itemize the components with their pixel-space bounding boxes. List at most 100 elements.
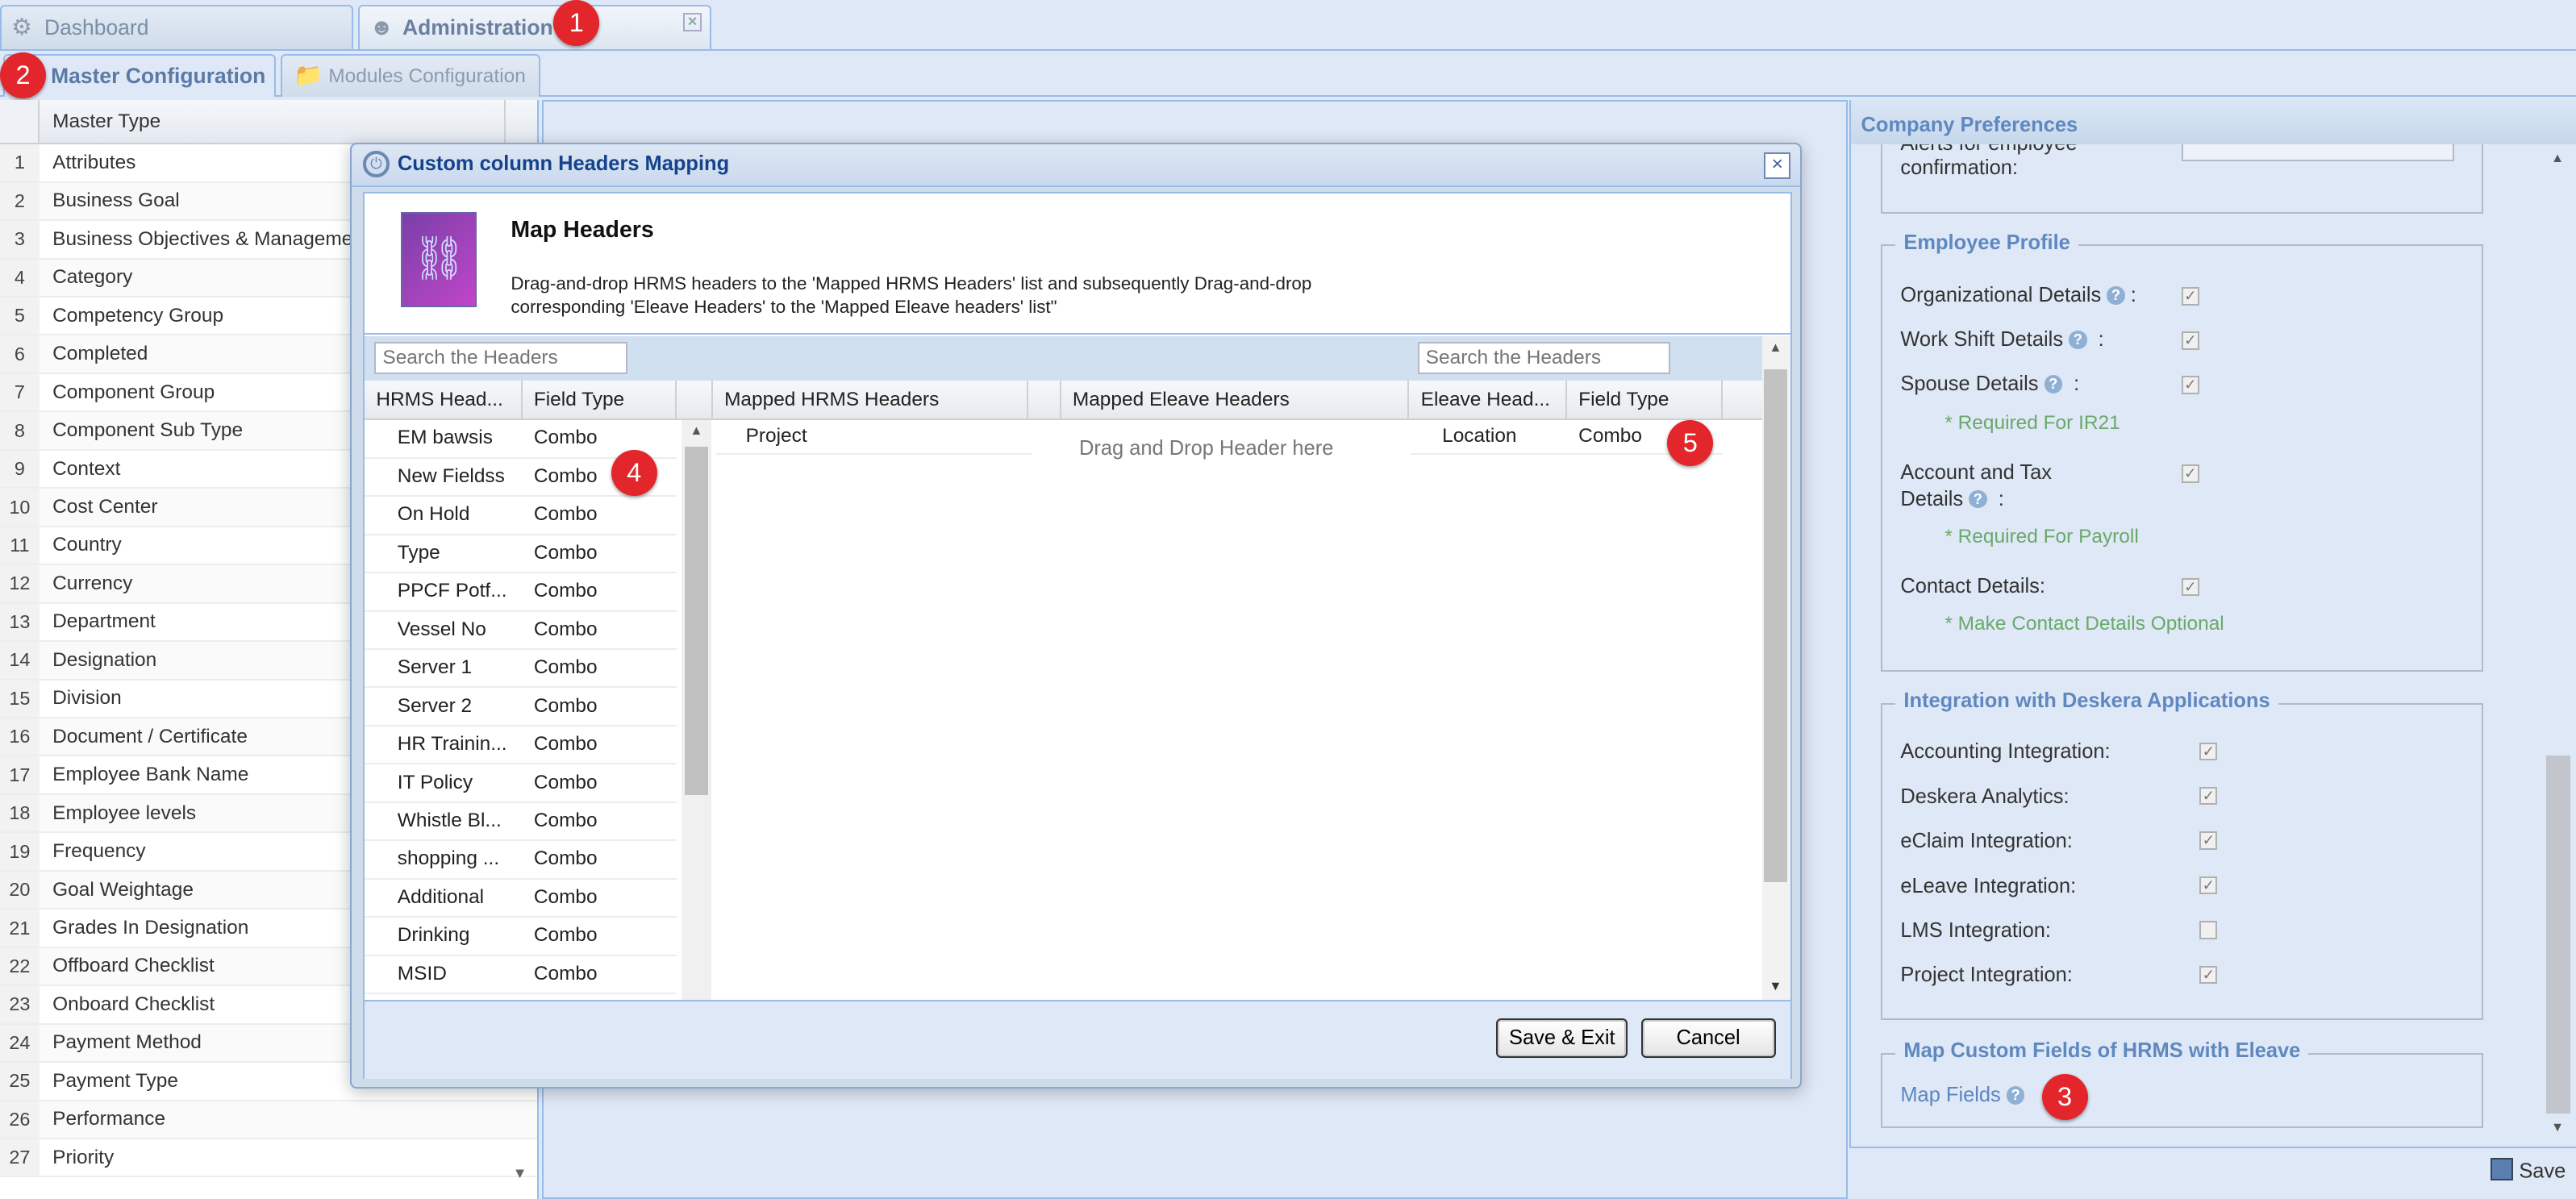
column-hrms-headers[interactable]: HRMS Head... [365, 381, 523, 421]
tab-modules-configuration[interactable]: 📁 Modules Configuration [281, 54, 541, 98]
help-icon[interactable]: ? [2044, 375, 2062, 393]
hrms-header-row[interactable]: Additional Combo [365, 880, 677, 918]
row-number: 10 [0, 489, 40, 526]
grid-column-headers: HRMS Head... Field Type Mapped HRMS Head… [365, 381, 1763, 421]
column-mapped-hrms-headers[interactable]: Mapped HRMS Headers [713, 381, 1028, 421]
master-type-name: Employee levels [52, 801, 197, 824]
hrms-header-row[interactable]: Whistle Bl... Combo [365, 803, 677, 842]
row-number: 13 [0, 603, 40, 641]
help-icon[interactable]: ? [1969, 489, 1987, 509]
work-shift-details-checkbox[interactable]: ✓ [2181, 331, 2200, 350]
hrms-field-type: Combo [533, 733, 598, 756]
hrms-header-row[interactable]: On Hold Combo [365, 497, 677, 535]
row-number: 2 [0, 182, 40, 220]
row-number: 4 [0, 259, 40, 297]
account-tax-checkbox[interactable]: ✓ [2181, 464, 2200, 483]
work-shift-details-label: Work Shift Details ? : [1900, 328, 2104, 352]
row-number: 8 [0, 412, 40, 449]
contact-details-note: * Make Contact Details Optional [1945, 612, 2224, 635]
search-eleave-headers-input[interactable] [1417, 341, 1671, 375]
integration-label: LMS Integration: [1900, 919, 2052, 943]
alerts-combo[interactable] [2181, 144, 2454, 161]
hrms-header-row[interactable]: HR Trainin... Combo [365, 726, 677, 765]
row-number: 5 [0, 298, 40, 335]
integration-checkbox[interactable]: ✓ [2199, 786, 2218, 806]
column-eleave-headers[interactable]: Eleave Head... [1409, 381, 1567, 421]
save-button[interactable]: Save [2490, 1157, 2566, 1183]
close-tab-icon[interactable]: × [683, 13, 702, 31]
custom-headers-mapping-dialog: ⏻ Custom column Headers Mapping × ⛓ Map … [349, 143, 1803, 1089]
tab-administration[interactable]: ☻ Administration × [358, 5, 711, 50]
help-icon[interactable]: ? [2006, 1086, 2025, 1105]
hrms-field-type: Combo [533, 694, 598, 717]
column-master-type[interactable]: Master Type [40, 100, 506, 144]
help-icon[interactable]: ? [2069, 331, 2087, 349]
scroll-down-arrow-icon[interactable]: ▼ [512, 1164, 527, 1182]
row-number: 7 [0, 373, 40, 411]
dashboard-icon: ⚙ [11, 15, 32, 41]
contact-details-checkbox[interactable]: ✓ [2181, 577, 2200, 597]
preferences-scrollbar[interactable]: ▲ ▼ [2543, 144, 2576, 1143]
hrms-header-row[interactable]: Server 2 Combo [365, 688, 677, 726]
row-number: 18 [0, 794, 40, 832]
tab-modules-configuration-label: Modules Configuration [328, 65, 526, 87]
master-type-name: Division [52, 687, 122, 710]
integration-checkbox[interactable]: ✓ [2199, 831, 2218, 850]
spouse-details-label: Spouse Details ? : [1900, 373, 2080, 396]
row-number: 6 [0, 335, 40, 373]
folder-icon: 📁 [294, 63, 323, 90]
column-field-type-2[interactable]: Field Type [1567, 381, 1724, 421]
integration-legend: Integration with Deskera Applications [1895, 689, 2278, 714]
column-field-type[interactable]: Field Type [523, 381, 677, 421]
alerts-label: Alerts for employee confirmation: [1900, 144, 2077, 180]
hrms-header-row[interactable]: Drinking Combo [365, 918, 677, 956]
tab-master-configuration-label: Master Configuration [51, 64, 266, 89]
hrms-field-type: Combo [533, 771, 598, 793]
master-type-name: Priority [52, 1146, 115, 1168]
map-fields-link[interactable]: Map Fields ? [1900, 1084, 2025, 1107]
hrms-header-row[interactable]: PPCF Potf... Combo [365, 573, 677, 612]
map-custom-legend: Map Custom Fields of HRMS with Eleave [1895, 1039, 2309, 1064]
integration-checkbox[interactable]: ✓ [2199, 742, 2218, 760]
spouse-details-checkbox[interactable]: ✓ [2181, 376, 2200, 394]
master-type-row[interactable]: 26 Performance [0, 1101, 538, 1139]
hrms-field-type: Combo [533, 656, 598, 679]
hrms-field-type: Combo [533, 503, 598, 526]
integration-checkbox[interactable]: ✓ [2199, 965, 2218, 984]
hrms-header-row[interactable]: Vessel No Combo [365, 612, 677, 651]
master-type-row[interactable]: 27 Priority [0, 1139, 538, 1178]
close-dialog-button[interactable]: × [1764, 152, 1791, 179]
hrms-header-row[interactable]: shopping ... Combo [365, 841, 677, 880]
master-type-name: Context [52, 457, 121, 480]
row-number: 14 [0, 642, 40, 679]
hrms-header-row[interactable]: IT Policy Combo [365, 764, 677, 803]
integration-checkbox[interactable]: ✓ [2199, 876, 2218, 895]
hrms-field-type: Combo [533, 962, 598, 985]
master-type-name: Document / Certificate [52, 725, 248, 747]
hrms-header-name: Additional [397, 885, 485, 908]
hrms-header-row[interactable]: MSID Combo [365, 956, 677, 995]
hrms-field-type: Combo [533, 427, 598, 449]
organizational-details-checkbox[interactable]: ✓ [2181, 287, 2200, 306]
hrms-field-type: Combo [533, 464, 598, 487]
hrms-header-row[interactable]: Server 1 Combo [365, 650, 677, 689]
help-icon[interactable]: ? [2107, 286, 2125, 305]
mapping-grid-scrollbar[interactable]: ▲ ▼ [1762, 336, 1790, 1001]
tab-dashboard[interactable]: ⚙ Dashboard [0, 5, 353, 50]
drop-zone-hint[interactable]: Drag and Drop Header here [1079, 437, 1333, 460]
master-type-name: Component Sub Type [52, 419, 244, 442]
integration-label: Accounting Integration: [1900, 740, 2111, 764]
dialog-title-bar: ⏻ Custom column Headers Mapping × [351, 144, 1801, 188]
cancel-button[interactable]: Cancel [1640, 1018, 1776, 1058]
row-number: 15 [0, 680, 40, 718]
master-type-name: Country [52, 534, 122, 556]
mapped-hrms-item[interactable]: Project [715, 420, 1032, 456]
master-type-name: Cost Center [52, 496, 158, 518]
integration-checkbox[interactable] [2199, 921, 2218, 939]
account-tax-label: Account and Tax Details ? : [1900, 461, 2052, 510]
hrms-header-row[interactable]: Type Combo [365, 535, 677, 574]
hrms-list-scrollbar[interactable]: ▲ [682, 420, 711, 1001]
save-and-exit-button[interactable]: Save & Exit [1496, 1018, 1628, 1058]
search-hrms-headers-input[interactable] [374, 341, 627, 375]
column-mapped-eleave-headers[interactable]: Mapped Eleave Headers [1061, 381, 1410, 421]
